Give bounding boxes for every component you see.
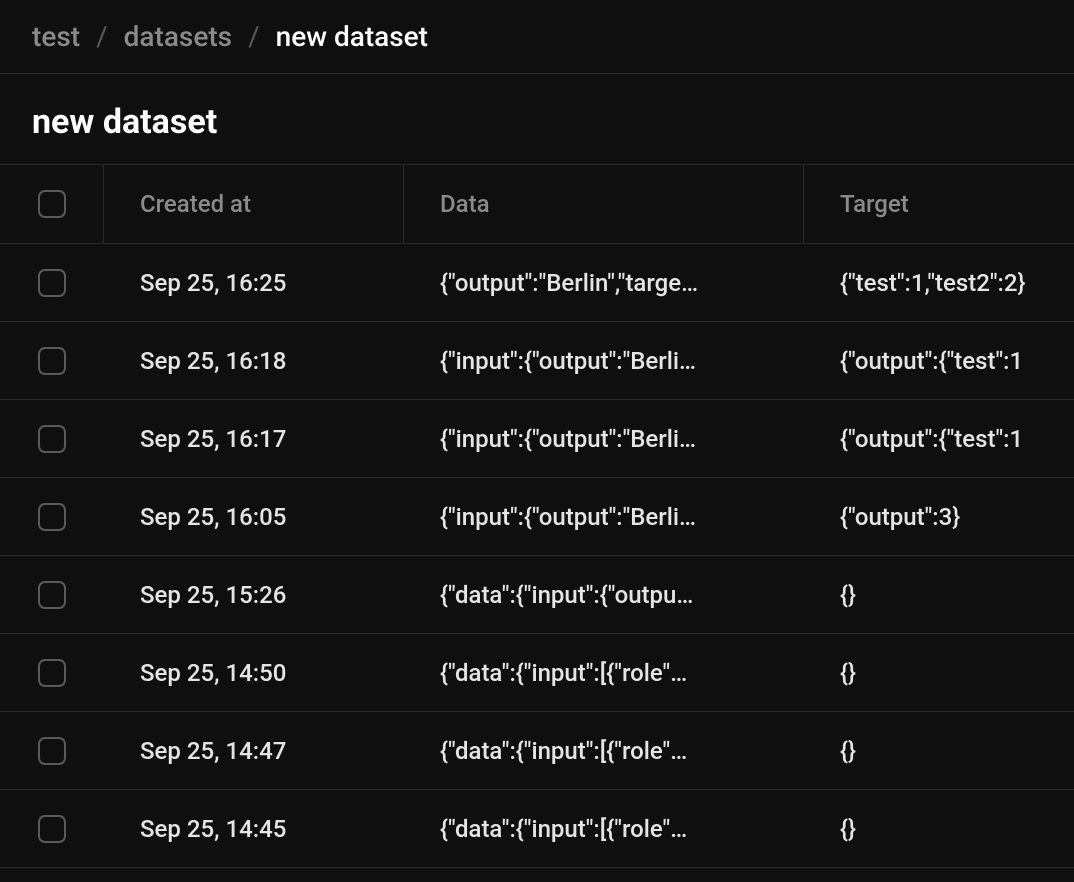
cell-text-target: {"output":{"test":1 (840, 347, 1023, 375)
table-row[interactable]: Sep 25, 16:05 {"input":{"output":"Berli… {… (0, 478, 1074, 556)
cell-text-created-at: Sep 25, 14:47 (140, 737, 286, 765)
cell-created-at: Sep 25, 14:45 (104, 815, 404, 843)
row-checkbox[interactable] (38, 425, 66, 453)
cell-text-created-at: Sep 25, 14:50 (140, 659, 286, 687)
row-checkbox[interactable] (38, 737, 66, 765)
cell-text-data: {"data":{"input":[{"role"… (440, 659, 687, 687)
cell-target: {"test":1,"test2":2} (804, 269, 1074, 297)
header-label-created-at: Created at (140, 190, 251, 218)
cell-target: {"output":{"test":1 (804, 425, 1074, 453)
cell-text-data: {"input":{"output":"Berli… (440, 347, 696, 375)
cell-text-target: {} (840, 581, 856, 609)
row-checkbox-cell (0, 322, 104, 399)
table-row[interactable]: Sep 25, 14:50 {"data":{"input":[{"role"… {… (0, 634, 1074, 712)
cell-target: {} (804, 581, 1074, 609)
row-checkbox-cell (0, 634, 104, 711)
header-created-at[interactable]: Created at (104, 165, 404, 243)
cell-text-data: {"input":{"output":"Berli… (440, 503, 696, 531)
cell-text-created-at: Sep 25, 16:05 (140, 503, 286, 531)
row-checkbox[interactable] (38, 815, 66, 843)
cell-created-at: Sep 25, 16:18 (104, 347, 404, 375)
cell-data: {"data":{"input":[{"role"… (404, 815, 804, 843)
cell-text-created-at: Sep 25, 16:17 (140, 425, 286, 453)
breadcrumb-separator: / (248, 20, 260, 53)
row-checkbox[interactable] (38, 347, 66, 375)
row-checkbox[interactable] (38, 581, 66, 609)
cell-data: {"input":{"output":"Berli… (404, 347, 804, 375)
table-row[interactable]: Sep 25, 14:45 {"data":{"input":[{"role"… {… (0, 790, 1074, 868)
row-checkbox-cell (0, 400, 104, 477)
table-row[interactable]: Sep 25, 16:17 {"input":{"output":"Berli… {… (0, 400, 1074, 478)
row-checkbox[interactable] (38, 659, 66, 687)
breadcrumb-separator: / (96, 20, 108, 53)
header-checkbox-cell (0, 165, 104, 243)
cell-created-at: Sep 25, 14:47 (104, 737, 404, 765)
cell-target: {} (804, 815, 1074, 843)
table-body: Sep 25, 16:25 {"output":"Berlin","targe… {… (0, 244, 1074, 868)
dataset-table: Created at Data Target Sep 25, 16:25 {"ou… (0, 164, 1074, 868)
cell-created-at: Sep 25, 14:50 (104, 659, 404, 687)
table-row[interactable]: Sep 25, 16:18 {"input":{"output":"Berli… {… (0, 322, 1074, 400)
table-row[interactable]: Sep 25, 14:47 {"data":{"input":[{"role"… {… (0, 712, 1074, 790)
table-header: Created at Data Target (0, 164, 1074, 244)
header-label-target: Target (840, 190, 909, 218)
cell-target: {"output":{"test":1 (804, 347, 1074, 375)
row-checkbox[interactable] (38, 503, 66, 531)
cell-text-target: {} (840, 659, 856, 687)
row-checkbox-cell (0, 712, 104, 789)
cell-text-target: {"output":{"test":1 (840, 425, 1023, 453)
breadcrumb-item-datasets[interactable]: datasets (124, 20, 232, 53)
cell-data: {"data":{"input":[{"role"… (404, 659, 804, 687)
cell-text-target: {"output":3} (840, 503, 960, 531)
row-checkbox-cell (0, 244, 104, 321)
breadcrumb-item-current: new dataset (276, 20, 428, 53)
table-row[interactable]: Sep 25, 16:25 {"output":"Berlin","targe… {… (0, 244, 1074, 322)
cell-created-at: Sep 25, 16:17 (104, 425, 404, 453)
cell-data: {"data":{"input":[{"role"… (404, 737, 804, 765)
header-target[interactable]: Target (804, 190, 1074, 218)
page-title: new dataset (0, 74, 1074, 164)
cell-target: {} (804, 659, 1074, 687)
cell-target: {} (804, 737, 1074, 765)
cell-text-data: {"data":{"input":[{"role"… (440, 815, 687, 843)
cell-data: {"input":{"output":"Berli… (404, 425, 804, 453)
cell-text-target: {"test":1,"test2":2} (840, 269, 1026, 297)
header-label-data: Data (440, 190, 490, 218)
cell-created-at: Sep 25, 16:25 (104, 269, 404, 297)
cell-text-target: {} (840, 815, 856, 843)
breadcrumb: test / datasets / new dataset (0, 0, 1074, 74)
cell-target: {"output":3} (804, 503, 1074, 531)
cell-created-at: Sep 25, 15:26 (104, 581, 404, 609)
cell-text-created-at: Sep 25, 16:18 (140, 347, 286, 375)
row-checkbox[interactable] (38, 269, 66, 297)
cell-text-data: {"input":{"output":"Berli… (440, 425, 696, 453)
cell-text-data: {"output":"Berlin","targe… (440, 269, 698, 297)
cell-created-at: Sep 25, 16:05 (104, 503, 404, 531)
header-data[interactable]: Data (404, 165, 804, 243)
cell-text-target: {} (840, 737, 856, 765)
row-checkbox-cell (0, 790, 104, 867)
cell-data: {"output":"Berlin","targe… (404, 269, 804, 297)
select-all-checkbox[interactable] (38, 190, 66, 218)
table-row[interactable]: Sep 25, 15:26 {"data":{"input":{"outpu… {} (0, 556, 1074, 634)
cell-text-data: {"data":{"input":{"outpu… (440, 581, 693, 609)
breadcrumb-item-test[interactable]: test (32, 20, 80, 53)
cell-data: {"data":{"input":{"outpu… (404, 581, 804, 609)
cell-text-data: {"data":{"input":[{"role"… (440, 737, 687, 765)
cell-text-created-at: Sep 25, 15:26 (140, 581, 286, 609)
cell-text-created-at: Sep 25, 14:45 (140, 815, 286, 843)
cell-data: {"input":{"output":"Berli… (404, 503, 804, 531)
cell-text-created-at: Sep 25, 16:25 (140, 269, 286, 297)
row-checkbox-cell (0, 478, 104, 555)
row-checkbox-cell (0, 556, 104, 633)
